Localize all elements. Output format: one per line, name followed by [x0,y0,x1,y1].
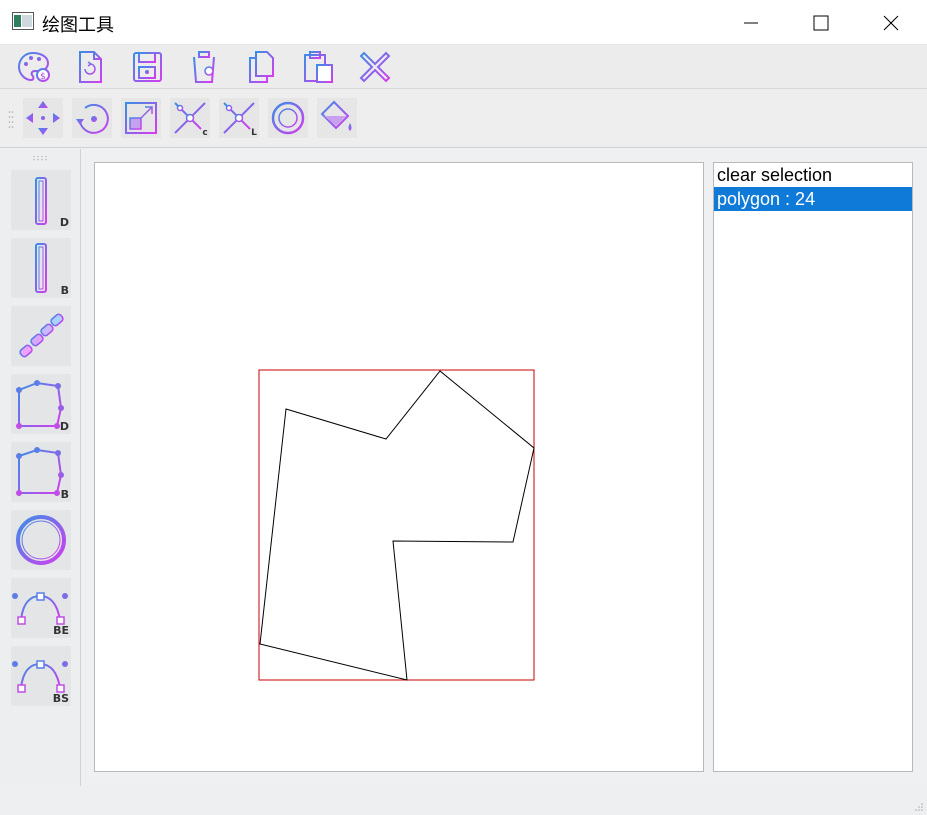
tool-label: D [59,420,69,433]
status-bar [0,786,927,815]
maximize-icon [813,15,829,30]
selection-box [258,369,535,681]
copy-button[interactable] [241,47,281,87]
svg-text:$: $ [40,72,46,82]
chain-icon [19,313,64,358]
minimize-button[interactable] [728,0,774,45]
cut-c-tool-button[interactable]: c [170,98,210,138]
save-icon [133,52,162,82]
tool-label: BE [53,624,69,637]
tool-label: B [60,488,69,501]
cut-l-tool-button[interactable]: L [219,98,259,138]
drawing-canvas[interactable] [94,162,704,772]
cut-c-icon: c [174,102,208,137]
trash-icon [191,51,217,83]
reload-file-button[interactable] [70,47,110,87]
svg-text:c: c [202,128,207,137]
shape-tools-sidebar: D B D B BE BS [0,149,81,786]
minimize-icon [744,22,758,23]
polygon-b-tool-button[interactable]: B [11,442,71,502]
reload-file-icon [79,51,102,83]
cut-l-icon: L [223,102,257,137]
circle-target-tool-button[interactable] [268,98,308,138]
polygon-shape[interactable] [259,370,535,681]
ring-icon [16,515,66,565]
sidebar-grip-icon [33,155,47,161]
polygon-d-tool-button[interactable]: D [11,374,71,434]
trash-button[interactable] [184,47,224,87]
fill-bucket-icon [320,100,352,131]
canvas-drawing [258,369,535,681]
save-button[interactable] [127,47,167,87]
close-icon [883,15,899,30]
paste-button[interactable] [298,47,338,87]
list-item-clear-selection[interactable]: clear selection [714,163,912,187]
paste-icon [304,51,333,83]
list-item-polygon[interactable]: polygon : 24 [714,187,912,211]
toolbar-grip-icon [8,111,14,128]
bezier-bs-tool-button[interactable]: BS [11,646,71,706]
title-bar: 绘图工具 [0,0,927,45]
chain-tool-button[interactable] [11,306,71,366]
rect-b-tool-button[interactable]: B [11,238,71,298]
ring-tool-button[interactable] [11,510,71,570]
rect-d-tool-button[interactable]: D [11,170,71,230]
close-button[interactable] [868,0,914,45]
palette-icon: $ [17,51,50,82]
scale-icon [125,102,157,134]
tool-label: BS [52,692,69,705]
shape-list: clear selection polygon : 24 [713,162,913,772]
resize-grip-icon[interactable] [914,802,924,812]
scale-tool-button[interactable] [121,98,161,138]
main-toolbar: $ [0,45,927,89]
circle-target-icon [271,101,305,135]
delete-x-button[interactable] [355,47,395,87]
svg-text:L: L [251,128,257,137]
rotate-tool-button[interactable] [72,98,112,138]
rotate-icon [76,103,109,134]
tool-label: D [59,216,69,229]
app-icon [12,12,34,30]
window-title: 绘图工具 [42,15,114,36]
bezier-be-tool-button[interactable]: BE [11,578,71,638]
tools-toolbar: c L [0,89,927,148]
tool-label: B [60,284,69,297]
copy-icon [249,51,274,83]
delete-x-icon [359,51,391,83]
palette-button[interactable]: $ [14,47,54,87]
move-tool-button[interactable] [23,98,63,138]
move-icon [26,101,60,135]
fill-bucket-tool-button[interactable] [317,98,357,138]
maximize-button[interactable] [798,0,844,45]
